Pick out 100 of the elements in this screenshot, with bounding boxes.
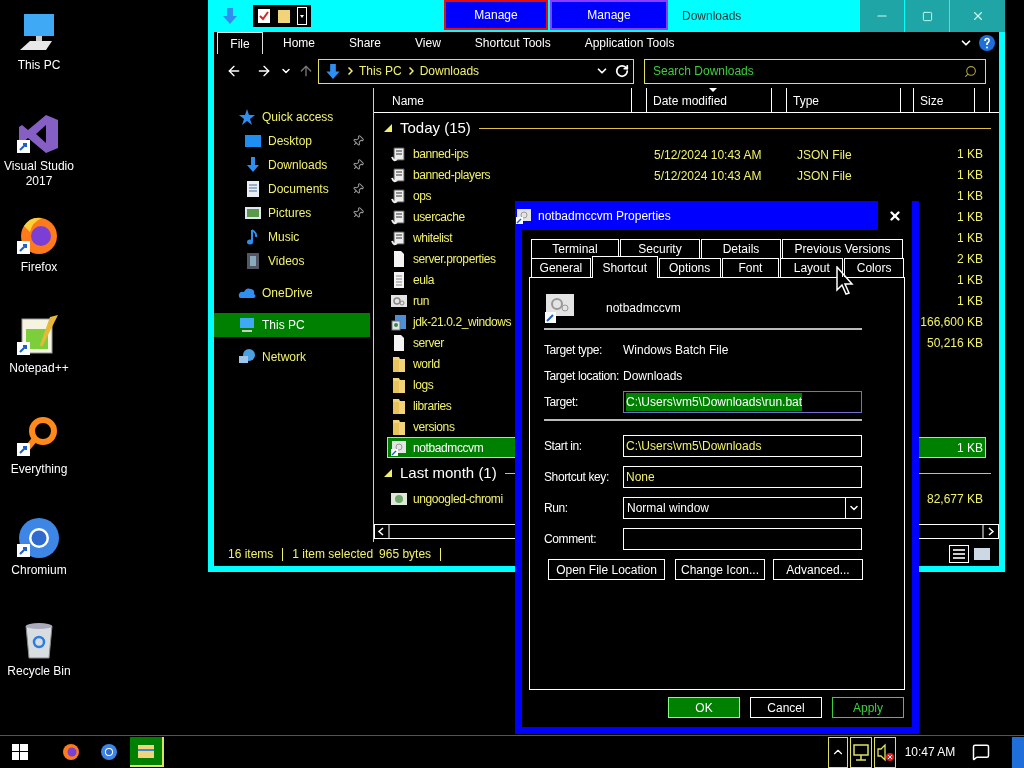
network-icon[interactable] xyxy=(850,736,872,768)
dialog-tab[interactable]: Options xyxy=(658,258,721,277)
nav-item[interactable]: Videos xyxy=(214,249,370,273)
notifications-icon[interactable] xyxy=(972,743,990,761)
dialog-tab[interactable]: General xyxy=(531,258,591,277)
file-name[interactable]: world xyxy=(413,354,440,373)
up-icon[interactable] xyxy=(298,63,314,79)
desktop-shortcut[interactable]: Chromium xyxy=(0,515,78,616)
file-name[interactable]: banned-ips xyxy=(413,144,469,163)
action-button[interactable]: Change Icon... xyxy=(675,559,765,580)
run-dropdown[interactable]: Normal window xyxy=(623,497,862,519)
desktop-shortcut[interactable]: Notepad++ xyxy=(0,313,78,414)
back-icon[interactable] xyxy=(226,63,242,79)
context-tab[interactable]: Manage xyxy=(444,0,548,30)
ribbon-tab[interactable]: Shortcut Tools xyxy=(460,32,565,54)
taskbar-app[interactable] xyxy=(130,737,164,767)
action-button[interactable]: Advanced... xyxy=(773,559,863,580)
nav-item[interactable]: Desktop xyxy=(214,129,370,153)
show-hidden-icons-button[interactable] xyxy=(828,736,848,768)
ribbon-tab[interactable]: View xyxy=(401,32,455,54)
details-view-icon[interactable] xyxy=(949,545,969,563)
file-name[interactable]: whitelist xyxy=(413,228,453,247)
nav-item[interactable]: Documents xyxy=(214,177,370,201)
nav-item[interactable]: Music xyxy=(214,225,370,249)
muted-speaker-icon[interactable] xyxy=(874,736,896,768)
nav-item[interactable]: This PC xyxy=(214,313,370,337)
desktop-shortcut[interactable]: Firefox xyxy=(0,212,78,313)
dialog-button[interactable]: Apply xyxy=(832,697,904,718)
windows-start-icon[interactable] xyxy=(12,744,28,760)
properties-icon[interactable] xyxy=(257,8,271,24)
dialog-tab[interactable]: Previous Versions xyxy=(782,239,903,258)
search-field[interactable]: Search Downloads xyxy=(644,58,986,84)
column-header[interactable]: Size xyxy=(914,88,975,113)
address-bar[interactable]: This PC Downloads xyxy=(318,58,634,84)
size-cell-text: 1 KB xyxy=(957,208,983,226)
ribbon-tab[interactable]: Home xyxy=(269,32,329,54)
file-name[interactable]: usercache xyxy=(413,207,465,226)
text-field[interactable]: C:\Users\vm5\Downloads xyxy=(623,435,862,457)
nav-item[interactable]: Quick access xyxy=(214,105,370,129)
action-button[interactable]: Open File Location xyxy=(548,559,665,580)
file-name[interactable]: versions xyxy=(413,417,455,436)
dialog-button[interactable]: OK xyxy=(668,697,740,718)
text-field[interactable]: None xyxy=(623,466,862,488)
field-label: Target type: xyxy=(544,342,603,359)
column-header[interactable]: Date modified xyxy=(647,88,772,113)
scroll-icon xyxy=(390,144,408,163)
file-name[interactable]: server.properties xyxy=(413,249,496,268)
nav-item[interactable]: OneDrive xyxy=(214,281,370,305)
field-label: Start in: xyxy=(544,438,583,455)
file-name[interactable]: ungoogled-chromi xyxy=(413,489,503,508)
dropdown-icon[interactable] xyxy=(297,7,307,25)
target-field[interactable]: C:\Users\vm5\Downloads\run.bat xyxy=(623,391,862,413)
nav-item[interactable]: Downloads xyxy=(214,153,370,177)
context-tab[interactable]: Manage xyxy=(550,0,668,30)
download-icon xyxy=(325,62,341,80)
desktop-shortcut[interactable]: This PC xyxy=(0,10,78,111)
star-icon xyxy=(238,108,256,126)
ribbon-tab[interactable]: Application Tools xyxy=(570,32,689,54)
expand-triangle-icon[interactable] xyxy=(384,469,392,477)
text-field[interactable] xyxy=(623,528,862,550)
dialog-tab[interactable]: Details xyxy=(701,239,781,258)
column-header[interactable]: Name xyxy=(374,88,632,113)
file-name[interactable]: logs xyxy=(413,375,434,394)
breadcrumb[interactable]: This PC xyxy=(359,62,402,80)
file-name[interactable]: run xyxy=(413,291,430,310)
dialog-button[interactable]: Cancel xyxy=(750,697,822,718)
ribbon-tab[interactable]: Share xyxy=(335,32,396,54)
tiles-view-icon[interactable] xyxy=(973,547,991,561)
file-name[interactable]: notbadmccvm xyxy=(413,438,484,457)
download-icon[interactable] xyxy=(222,7,238,25)
column-header[interactable]: Type xyxy=(787,88,901,113)
chromium-app-icon xyxy=(16,515,62,561)
dialog-tab[interactable]: Font xyxy=(721,258,780,277)
size-cell-text: 166,600 KB xyxy=(920,313,983,331)
file-name[interactable]: eula xyxy=(413,270,435,289)
desktop-shortcut[interactable]: Visual Studio 2017 xyxy=(0,111,78,212)
desktop-shortcut[interactable]: Everything xyxy=(0,414,78,515)
field-value: Downloads xyxy=(623,368,683,385)
breadcrumb[interactable]: Downloads xyxy=(419,62,480,80)
file-name[interactable]: server xyxy=(413,333,444,352)
dialog-tab[interactable]: Colors xyxy=(844,258,904,277)
desktop-shortcut[interactable]: Recycle Bin xyxy=(0,616,78,717)
forward-icon[interactable] xyxy=(256,63,272,79)
help-icon[interactable] xyxy=(979,35,995,51)
file-name[interactable]: jdk-21.0.2_windows xyxy=(413,312,512,331)
close-icon xyxy=(888,208,902,223)
nav-item[interactable]: Network xyxy=(214,345,370,369)
download-icon xyxy=(244,156,262,174)
folder-icon xyxy=(390,417,408,436)
file-name[interactable]: banned-players xyxy=(413,165,491,184)
file-name[interactable]: ops xyxy=(413,186,432,205)
dialog-tab[interactable]: Shortcut xyxy=(591,256,658,278)
clock[interactable]: 10:47 AM xyxy=(902,743,958,761)
refresh-icon[interactable] xyxy=(615,64,629,78)
expand-triangle-icon[interactable] xyxy=(384,124,392,132)
folder-icon[interactable] xyxy=(277,8,291,24)
show-desktop-button[interactable] xyxy=(1012,736,1024,768)
field-label: Comment: xyxy=(544,531,598,548)
nav-item[interactable]: Pictures xyxy=(214,201,370,225)
file-name[interactable]: libraries xyxy=(413,396,452,415)
